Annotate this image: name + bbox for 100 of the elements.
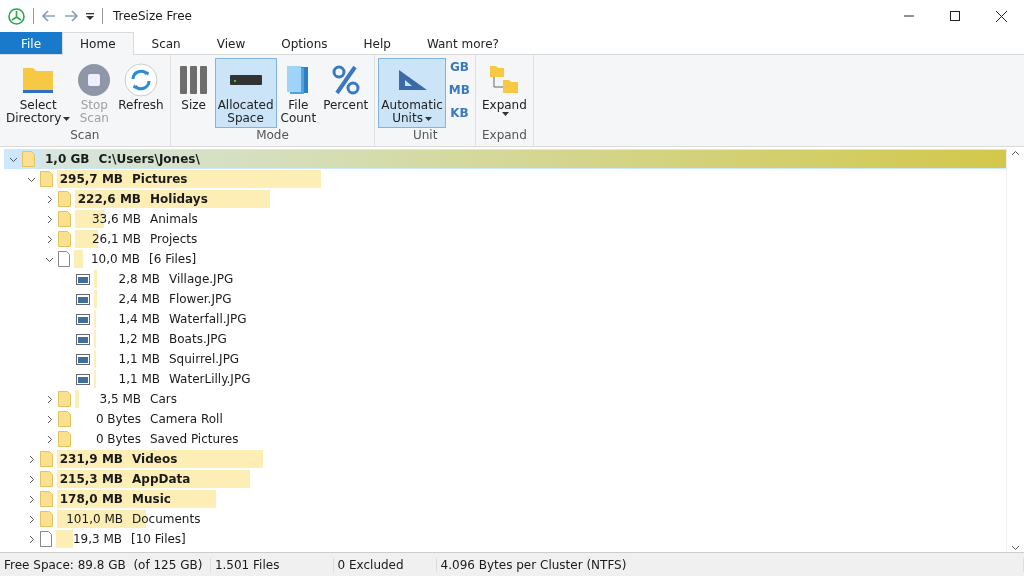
name-text: Cars: [150, 392, 177, 406]
name-text: Pictures: [132, 172, 188, 186]
name-text: Waterfall.JPG: [169, 312, 247, 326]
scroll-up-icon[interactable]: [1011, 149, 1020, 158]
size-text: 10,0 MB: [89, 252, 140, 266]
image-file-icon: [76, 273, 90, 285]
folders-icon: [489, 65, 520, 95]
image-file-icon: [76, 353, 90, 365]
status-text: 0 Excluded: [333, 557, 437, 572]
image-file-icon: [76, 313, 90, 325]
folder-icon: [58, 431, 71, 447]
name-text: Documents: [132, 512, 201, 526]
size-text: 295,7 MB: [58, 172, 123, 186]
name-text: [10 Files]: [131, 532, 186, 546]
quick-access-dropdown-icon[interactable]: [86, 12, 94, 20]
ribbon-button[interactable]: Allocated Space: [214, 58, 277, 128]
folder-icon: [58, 211, 71, 227]
folder-icon: [58, 231, 71, 247]
name-text: Holidays: [150, 192, 208, 206]
file-icon: [40, 531, 52, 547]
name-text: Flower.JPG: [169, 292, 232, 306]
window-title: TreeSize Free: [113, 9, 192, 23]
name-text: Animals: [150, 212, 198, 226]
refresh-icon: [123, 63, 158, 97]
name-text: [6 Files]: [149, 252, 197, 266]
size-text: 178,0 MB: [58, 492, 123, 506]
size-text: 231,9 MB: [58, 452, 123, 466]
size-text: 0 Bytes: [94, 432, 141, 446]
folder-icon: [40, 511, 53, 527]
name-text: Boats.JPG: [169, 332, 227, 346]
ribbon-button[interactable]: Automatic Units: [378, 58, 446, 128]
triangle-ruler-icon: [397, 68, 428, 92]
image-file-icon: [76, 373, 90, 385]
back-arrow-icon[interactable]: [42, 10, 56, 22]
tree-row[interactable]: 0 Bytes Camera Roll: [4, 409, 1006, 429]
ribbon-button[interactable]: Refresh: [115, 58, 167, 128]
drive-icon: [229, 73, 262, 87]
unit-button[interactable]: KB: [446, 106, 472, 120]
tree-row[interactable]: 0 Bytes Saved Pictures: [4, 429, 1006, 449]
ribbon-button[interactable]: Size: [173, 58, 214, 128]
ribbon-tab[interactable]: Home: [62, 32, 134, 55]
ribbon-button[interactable]: Percent: [320, 58, 372, 128]
ribbon-button[interactable]: File Count: [277, 58, 320, 128]
bars-icon: [178, 65, 209, 95]
name-text: Village.JPG: [169, 272, 234, 286]
name-text: Saved Pictures: [150, 432, 239, 446]
scroll-down-icon[interactable]: [1011, 543, 1020, 552]
name-text: C:\Users\Jones\: [98, 152, 200, 166]
file-menu-tab[interactable]: File: [0, 32, 63, 54]
size-text: 222,6 MB: [76, 192, 141, 206]
size-text: 101,0 MB: [65, 512, 123, 526]
size-text: 215,3 MB: [58, 472, 123, 486]
folder-icon: [58, 391, 71, 407]
folder-icon: [58, 191, 71, 207]
ribbon-tab[interactable]: Options: [263, 32, 346, 54]
size-text: 1,1 MB: [117, 352, 160, 366]
ribbon-tab[interactable]: Scan: [133, 32, 199, 54]
size-text: 1,4 MB: [117, 312, 160, 326]
name-text: Camera Roll: [150, 412, 223, 426]
status-text: Free Space: 89.8 GB (of 125 GB): [0, 557, 211, 572]
size-text: 3,5 MB: [98, 392, 141, 406]
unit-button[interactable]: MB: [446, 83, 472, 97]
size-text: 2,4 MB: [117, 292, 160, 306]
app-logo-icon: [8, 7, 25, 25]
files-icon: [286, 65, 311, 95]
ribbon-button[interactable]: Expand: [478, 58, 530, 128]
tree-row[interactable]: 1,0 GB C:\Users\Jones\: [4, 149, 1006, 169]
size-text: 33,6 MB: [90, 212, 141, 226]
name-text: AppData: [132, 472, 191, 486]
name-text: Squirrel.JPG: [169, 352, 240, 366]
unit-button[interactable]: GB: [446, 60, 472, 74]
name-text: Videos: [132, 452, 178, 466]
folder-icon: [40, 171, 53, 187]
name-text: Projects: [150, 232, 198, 246]
group-label: Scan: [69, 128, 101, 144]
folder-icon: [58, 411, 71, 427]
folder-icon: [22, 151, 35, 167]
size-text: 19,3 MB: [71, 532, 122, 546]
group-label: Unit: [411, 128, 439, 144]
ribbon-tab[interactable]: Want more?: [408, 32, 517, 54]
folder-icon: [22, 66, 55, 94]
stop-icon: [77, 63, 112, 97]
ribbon-tab[interactable]: View: [198, 32, 264, 54]
image-file-icon: [76, 293, 90, 305]
file-icon: [58, 251, 70, 267]
status-text: 4.096 Bytes per Cluster (NTFS): [436, 557, 1024, 572]
size-text: 2,8 MB: [117, 272, 160, 286]
group-label: Expand: [480, 128, 528, 144]
folder-icon: [40, 471, 53, 487]
close-icon: [995, 10, 1007, 22]
folder-icon: [40, 451, 53, 467]
ribbon-button[interactable]: Select Directory: [3, 58, 74, 128]
forward-arrow-icon[interactable]: [64, 10, 78, 22]
size-text: 1,2 MB: [117, 332, 160, 346]
size-text: 1,0 GB: [45, 152, 90, 166]
group-label: Mode: [255, 128, 290, 144]
size-text: 26,1 MB: [90, 232, 141, 246]
ribbon-tab[interactable]: Help: [345, 32, 409, 54]
size-text: 1,1 MB: [117, 372, 160, 386]
name-text: WaterLilly.JPG: [169, 372, 251, 386]
